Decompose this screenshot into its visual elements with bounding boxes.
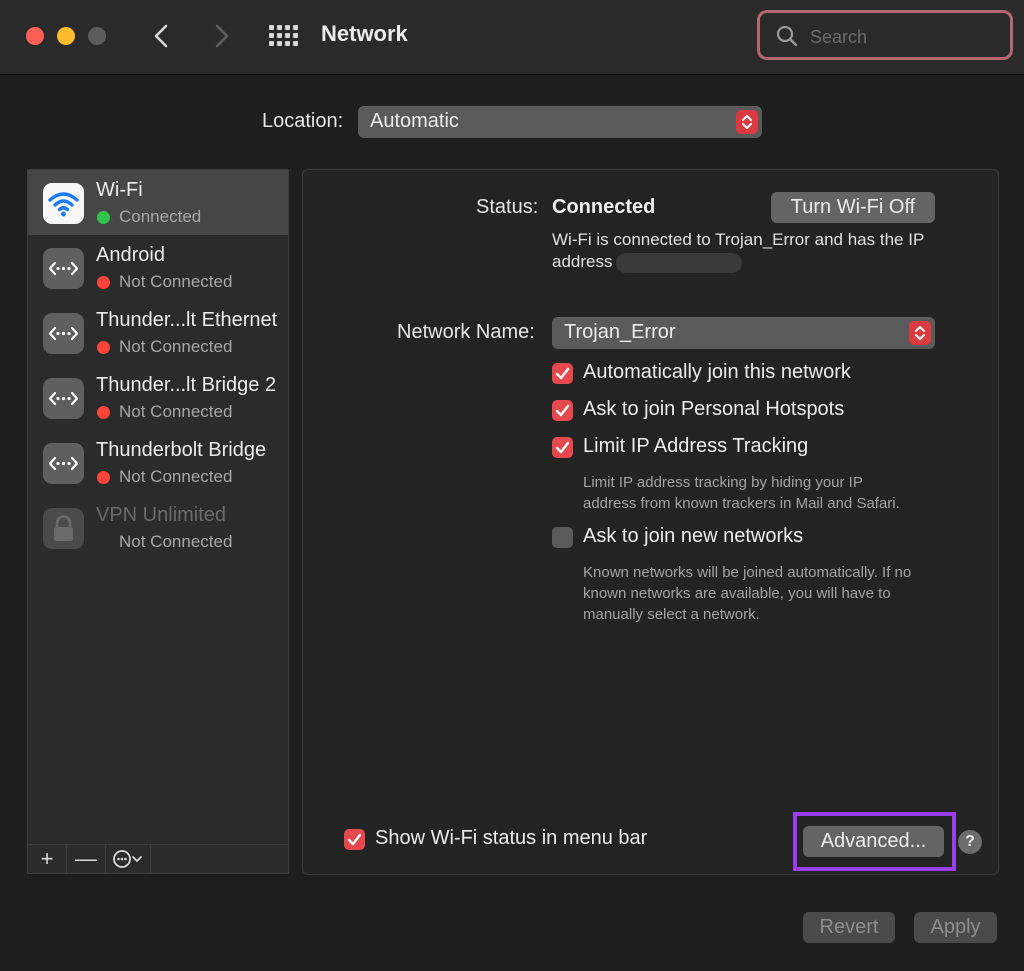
wifi-icon bbox=[43, 183, 84, 224]
ellipsis-circle-icon bbox=[113, 850, 142, 868]
service-name: VPN Unlimited bbox=[96, 504, 227, 526]
limit-ip-tracking-help: Limit IP address tracking by hiding your… bbox=[583, 474, 900, 512]
search-field[interactable] bbox=[757, 10, 1013, 60]
auto-join-label: Automatically join this network bbox=[583, 361, 851, 383]
status-value: Connected bbox=[552, 196, 656, 218]
remove-service-button[interactable]: — bbox=[67, 845, 106, 873]
network-detail-panel bbox=[302, 169, 999, 875]
chevron-right-icon bbox=[215, 24, 229, 48]
redacted-ip-address bbox=[616, 252, 743, 273]
status-description: Wi-Fi is connected to Trojan_Error and h… bbox=[552, 230, 924, 273]
updown-chevron-icon bbox=[909, 321, 931, 345]
highlight-annotation bbox=[793, 812, 956, 871]
back-button[interactable] bbox=[148, 20, 176, 52]
turn-wifi-off-button[interactable]: Turn Wi-Fi Off bbox=[771, 192, 935, 223]
status-dot-green bbox=[97, 211, 110, 224]
service-name: Android bbox=[96, 244, 165, 266]
zoom-window-button[interactable] bbox=[88, 27, 106, 45]
lock-icon bbox=[43, 508, 84, 549]
service-status: Not Connected bbox=[119, 402, 233, 421]
service-status: Not Connected bbox=[119, 467, 233, 486]
checkbox-unchecked bbox=[552, 527, 573, 548]
ethernet-icon bbox=[43, 248, 84, 289]
add-service-button[interactable]: + bbox=[28, 845, 67, 873]
status-label: Status: bbox=[476, 196, 539, 218]
chevron-left-icon bbox=[154, 24, 168, 48]
status-dot-red bbox=[97, 276, 110, 289]
service-list-toolbar: + — bbox=[27, 844, 289, 874]
ethernet-icon bbox=[43, 378, 84, 419]
show-all-button[interactable] bbox=[268, 24, 298, 48]
checkmark-icon bbox=[552, 437, 573, 458]
service-item-vpn-unlimited[interactable]: VPN Unlimited Not Connected bbox=[28, 495, 288, 560]
service-name: Thunderbolt Bridge bbox=[96, 439, 267, 461]
checkmark-icon bbox=[552, 363, 573, 384]
action-menu-button[interactable] bbox=[106, 845, 151, 873]
limit-ip-tracking-label: Limit IP Address Tracking bbox=[583, 435, 809, 457]
service-item-thunderbolt-bridge-2[interactable]: Thunder...lt Bridge 2 Not Connected bbox=[28, 365, 288, 430]
show-wifi-status-label: Show Wi-Fi status in menu bar bbox=[375, 827, 648, 849]
grid-icon bbox=[269, 25, 298, 46]
status-dot-red bbox=[97, 341, 110, 354]
apply-button[interactable]: Apply bbox=[914, 912, 997, 943]
revert-button[interactable]: Revert bbox=[803, 912, 895, 943]
service-name: Thunder...lt Bridge 2 bbox=[96, 374, 277, 396]
service-name: Wi-Fi bbox=[96, 179, 143, 201]
checkmark-icon bbox=[552, 400, 573, 421]
forward-button[interactable] bbox=[207, 20, 235, 52]
network-name-label: Network Name: bbox=[397, 321, 535, 343]
service-list: Wi-Fi Connected Android Not Connected Th… bbox=[27, 169, 289, 874]
checkmark-icon bbox=[344, 829, 365, 850]
personal-hotspots-label: Ask to join Personal Hotspots bbox=[583, 398, 845, 420]
location-popup[interactable]: Automatic bbox=[358, 106, 762, 138]
search-input[interactable] bbox=[808, 22, 1002, 52]
updown-chevron-icon bbox=[736, 110, 758, 134]
network-name-popup[interactable]: Trojan_Error bbox=[552, 317, 935, 349]
search-icon bbox=[776, 25, 798, 47]
service-status: Not Connected bbox=[119, 272, 233, 291]
join-new-networks-help: Known networks will be joined automatica… bbox=[583, 564, 912, 623]
close-window-button[interactable] bbox=[26, 27, 44, 45]
help-button[interactable]: ? bbox=[958, 830, 982, 854]
service-item-wifi[interactable]: Wi-Fi Connected bbox=[28, 170, 288, 235]
status-dot-red bbox=[97, 471, 110, 484]
minimize-window-button[interactable] bbox=[57, 27, 75, 45]
service-status: Not Connected bbox=[119, 337, 233, 356]
network-name-value: Trojan_Error bbox=[564, 321, 676, 343]
location-value: Automatic bbox=[370, 110, 459, 132]
title-bar: Network bbox=[0, 0, 1024, 75]
ethernet-icon bbox=[43, 443, 84, 484]
service-item-android[interactable]: Android Not Connected bbox=[28, 235, 288, 300]
window-title: Network bbox=[321, 21, 408, 46]
service-status: Connected bbox=[119, 207, 202, 226]
service-status: Not Connected bbox=[119, 532, 233, 551]
service-item-thunderbolt-ethernet[interactable]: Thunder...lt Ethernet Not Connected bbox=[28, 300, 288, 365]
service-name: Thunder...lt Ethernet bbox=[96, 309, 278, 331]
status-dot-red bbox=[97, 406, 110, 419]
ethernet-icon bbox=[43, 313, 84, 354]
join-new-networks-label: Ask to join new networks bbox=[583, 525, 804, 547]
service-item-thunderbolt-bridge[interactable]: Thunderbolt Bridge Not Connected bbox=[28, 430, 288, 495]
location-label: Location: bbox=[262, 110, 344, 132]
